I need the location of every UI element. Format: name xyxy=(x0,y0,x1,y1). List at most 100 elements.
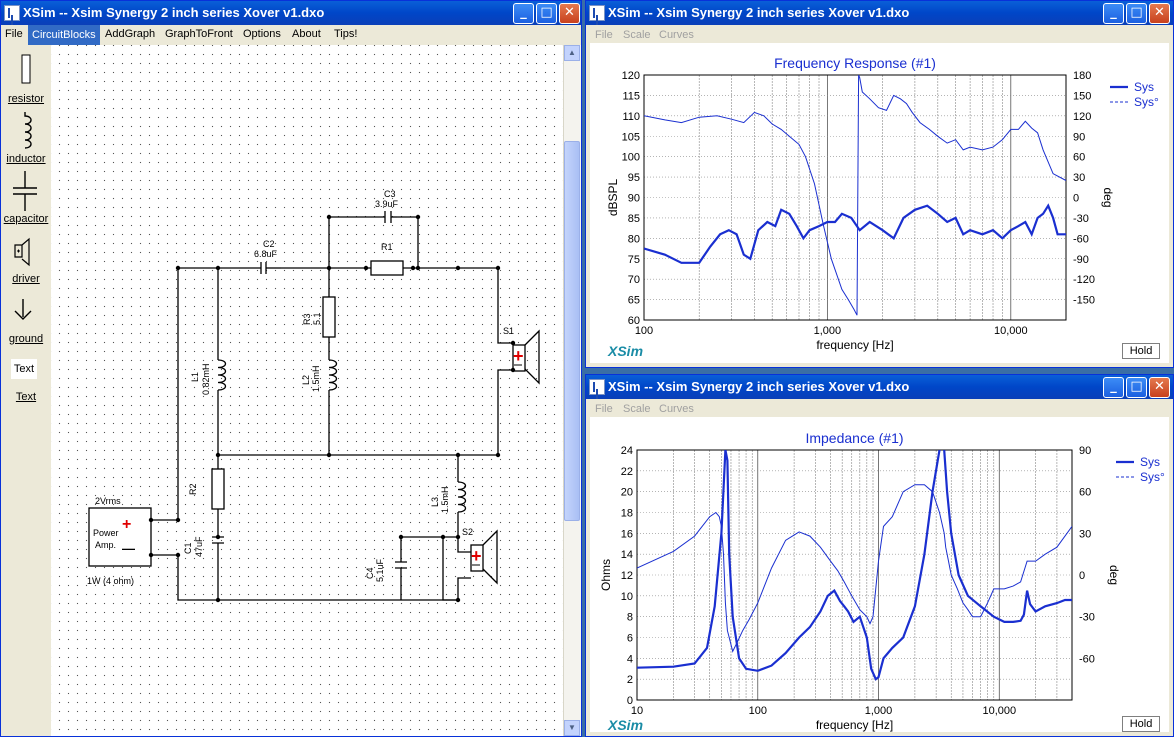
minimize-button[interactable]: _ xyxy=(1103,377,1124,398)
imp-title-bar[interactable]: XSim -- Xsim Synergy 2 inch series Xover… xyxy=(586,375,1173,399)
menu-scale[interactable]: Scale xyxy=(623,403,651,415)
y2-tick-label: 0 xyxy=(1079,570,1085,582)
chart-title: Impedance (#1) xyxy=(805,430,903,446)
palette-label: ground xyxy=(8,333,44,345)
main-window: XSim -- Xsim Synergy 2 inch series Xover… xyxy=(0,0,582,737)
imp-graph-area[interactable]: 0 2 4 6 8 10 12 14 16 18 20 22 24 90 60 30 0 -30 -60 10 100 1… xyxy=(590,417,1169,733)
maximize-button[interactable]: □ xyxy=(1126,3,1147,24)
palette-label: inductor xyxy=(6,153,46,165)
palette-text[interactable]: Text Text xyxy=(1,357,51,407)
l1-value: 0.82mH xyxy=(201,363,211,395)
fr-graph-area[interactable]: 60 65 70 75 80 85 90 95 100 105 110 115 120 180 150 120… xyxy=(590,43,1169,363)
y2-tick-label: -60 xyxy=(1079,653,1095,665)
x-axis-label: frequency [Hz] xyxy=(816,338,893,352)
y2-tick-label: 30 xyxy=(1073,172,1085,184)
x-tick-label: 100 xyxy=(749,705,767,717)
x-tick-label: 100 xyxy=(635,325,653,337)
menu-file[interactable]: File xyxy=(5,28,23,40)
imp-brand: XSim xyxy=(608,717,644,733)
x-tick-label: 1,000 xyxy=(814,325,842,337)
fr-hold-button[interactable]: Hold xyxy=(1122,343,1160,359)
menu-graphtofront[interactable]: GraphToFront xyxy=(165,28,233,40)
c1-label: C1 xyxy=(183,542,193,554)
s2-plus: + xyxy=(471,546,482,566)
inductor-icon xyxy=(24,112,32,149)
c3-label: C3 xyxy=(384,189,396,199)
y-tick-label: 90 xyxy=(628,193,640,205)
resistor-icon xyxy=(21,54,31,84)
x-tick-label: 10 xyxy=(631,705,643,717)
y-tick-label: 8 xyxy=(627,612,633,624)
scroll-down-button[interactable]: ▼ xyxy=(564,720,580,736)
palette-capacitor[interactable]: capacitor xyxy=(1,171,51,227)
amp-power: 1W (4 ohm) xyxy=(87,576,134,586)
main-title-bar[interactable]: XSim -- Xsim Synergy 2 inch series Xover… xyxy=(1,1,581,25)
series-line-sys xyxy=(637,450,1072,681)
close-button[interactable]: ✕ xyxy=(1149,377,1170,398)
y-tick-label: 4 xyxy=(627,653,633,665)
imp-hold-button[interactable]: Hold xyxy=(1122,716,1160,732)
fr-title-bar[interactable]: XSim -- Xsim Synergy 2 inch series Xover… xyxy=(586,1,1173,25)
driver-icon xyxy=(14,237,30,267)
menu-file[interactable]: File xyxy=(595,403,613,415)
minimize-button[interactable]: _ xyxy=(1103,3,1124,24)
menu-curves[interactable]: Curves xyxy=(659,403,694,415)
c4-value: 5.1uF xyxy=(375,558,385,582)
y-tick-label: 80 xyxy=(628,233,640,245)
schematic-scrollbar[interactable]: ▲ ▼ xyxy=(563,45,581,736)
text-icon: Text xyxy=(11,359,37,379)
menu-options[interactable]: Options xyxy=(243,28,281,40)
palette-inductor[interactable]: inductor xyxy=(1,111,51,167)
y-tick-label: 75 xyxy=(628,254,640,266)
palette-ground[interactable]: ground xyxy=(1,297,51,347)
main-menu-bar: File CircuitBlocks AddGraph GraphToFront… xyxy=(1,25,581,45)
y-axis-label: dBSPL xyxy=(606,178,620,216)
c3-value: 3.9uF xyxy=(375,199,399,209)
schematic-canvas[interactable]: + + C3 3.9uF C2 6.8uF R1 S1 S2 2Vrms Pow… xyxy=(51,45,563,736)
y2-tick-label: -120 xyxy=(1073,274,1095,286)
component-palette: resistor inductor capacitor driver groun… xyxy=(1,45,51,736)
amp-plus: + xyxy=(122,516,131,533)
c4-label: C4 xyxy=(365,567,375,579)
y2-tick-label: -30 xyxy=(1079,612,1095,624)
menu-tips[interactable]: Tips! xyxy=(334,28,357,40)
palette-resistor[interactable]: resistor xyxy=(1,53,51,105)
x-axis-label: frequency [Hz] xyxy=(816,718,893,732)
l1-label: L1 xyxy=(190,372,200,382)
menu-scale[interactable]: Scale xyxy=(623,29,651,41)
legend-label: Sys° xyxy=(1134,95,1159,109)
menu-about[interactable]: About xyxy=(292,28,321,40)
maximize-button[interactable]: □ xyxy=(1126,377,1147,398)
y2-tick-label: 90 xyxy=(1079,445,1091,457)
y2-tick-label: 120 xyxy=(1073,111,1091,123)
close-button[interactable]: ✕ xyxy=(1149,3,1170,24)
menu-curves[interactable]: Curves xyxy=(659,29,694,41)
c2-value: 6.8uF xyxy=(254,249,278,259)
fr-brand: XSim xyxy=(608,343,644,359)
x-tick-label: 10,000 xyxy=(982,705,1016,717)
y-tick-label: 24 xyxy=(621,445,633,457)
palette-label: driver xyxy=(12,273,40,285)
menu-circuitblocks[interactable]: CircuitBlocks xyxy=(28,25,100,45)
fr-menu-bar: File Scale Curves xyxy=(586,25,1173,45)
y2-axis-label: deg xyxy=(1107,565,1121,585)
y-tick-label: 65 xyxy=(628,295,640,307)
chart-title: Frequency Response (#1) xyxy=(774,55,936,71)
maximize-button[interactable]: □ xyxy=(536,3,557,24)
y2-tick-label: -90 xyxy=(1073,254,1089,266)
scroll-thumb[interactable] xyxy=(564,141,580,521)
y2-tick-label: -60 xyxy=(1073,233,1089,245)
menu-file[interactable]: File xyxy=(595,29,613,41)
close-button[interactable]: ✕ xyxy=(559,3,580,24)
palette-label: Text xyxy=(15,391,37,403)
l2-value: 1.5mH xyxy=(311,365,321,392)
menu-addgraph[interactable]: AddGraph xyxy=(105,28,155,40)
scroll-up-button[interactable]: ▲ xyxy=(564,45,580,61)
palette-driver[interactable]: driver xyxy=(1,237,51,289)
imp-window-title: XSim -- Xsim Synergy 2 inch series Xover… xyxy=(608,379,910,394)
palette-label: resistor xyxy=(7,93,45,105)
y-tick-label: 22 xyxy=(621,466,633,478)
series-line-sys-phase xyxy=(637,484,1072,653)
y2-tick-label: 60 xyxy=(1079,487,1091,499)
minimize-button[interactable]: _ xyxy=(513,3,534,24)
